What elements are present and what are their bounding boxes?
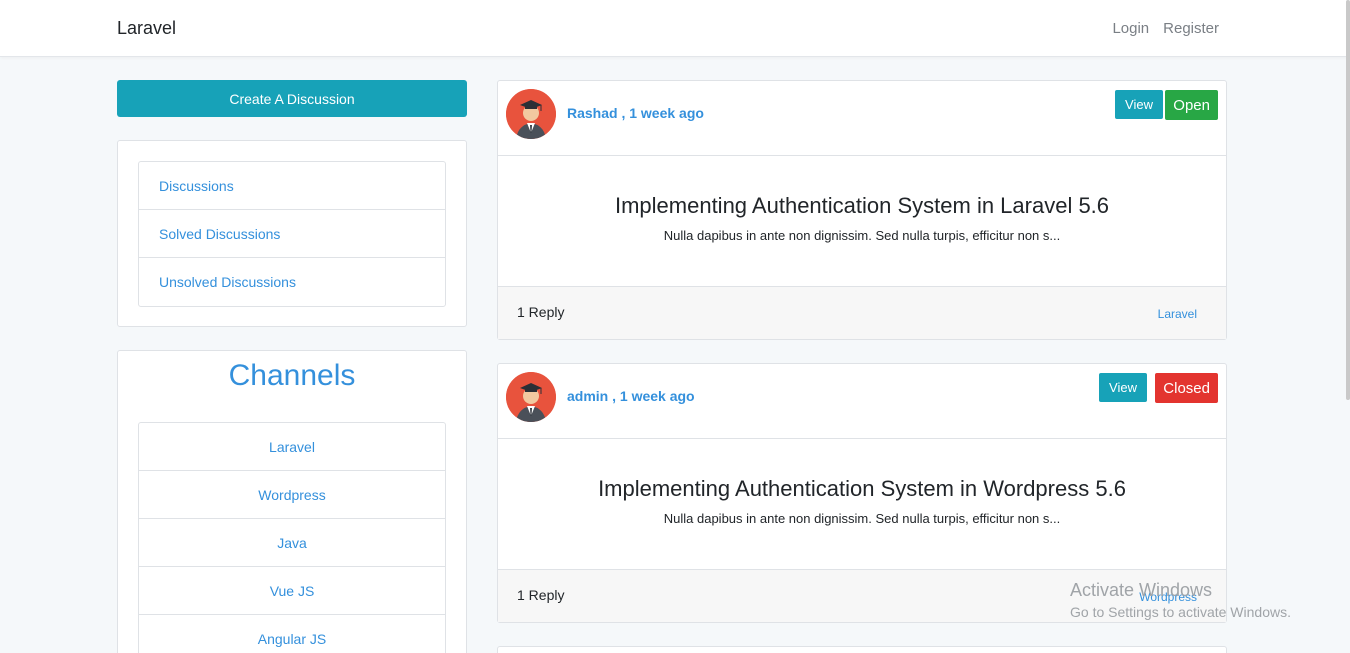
discussion-footer: 1 Reply Laravel [498, 286, 1226, 339]
status-badge[interactable]: Open [1165, 90, 1218, 120]
author-meta[interactable]: admin , 1 week ago [567, 388, 695, 404]
status-badge[interactable]: Closed [1155, 373, 1218, 403]
brand-link[interactable]: Laravel [117, 18, 176, 39]
top-navbar: Laravel Login Register [0, 0, 1350, 57]
discussion-filter-list: Discussions Solved Discussions Unsolved … [138, 161, 446, 307]
reply-count: 1 Reply [517, 304, 565, 320]
watermark-subtitle: Go to Settings to activate Windows. [1070, 604, 1291, 620]
create-discussion-button[interactable]: Create A Discussion [117, 80, 467, 117]
discussion-card [497, 646, 1227, 653]
discussion-title: Implementing Authentication System in Wo… [598, 476, 1126, 501]
avatar [506, 372, 556, 422]
discussion-body: Implementing Authentication System in La… [498, 156, 1226, 286]
channels-card: Channels Laravel Wordpress Java Vue JS A… [117, 350, 467, 653]
discussion-card: Rashad , 1 week ago View Open Implementi… [497, 80, 1227, 340]
view-button[interactable]: View [1115, 90, 1163, 119]
discussion-filter-card: Discussions Solved Discussions Unsolved … [117, 140, 467, 327]
view-button[interactable]: View [1099, 373, 1147, 402]
page-scrollbar[interactable] [1346, 0, 1350, 400]
discussion-excerpt: Nulla dapibus in ante non dignissim. Sed… [663, 511, 1061, 526]
watermark-title: Activate Windows [1070, 580, 1213, 600]
windows-activation-watermark: Activate Windows Go to Settings to activ… [1070, 580, 1291, 620]
discussion-header: Rashad , 1 week ago View Open [498, 81, 1226, 156]
nav-item-unsolved[interactable]: Unsolved Discussions [139, 258, 445, 306]
nav-item-solved[interactable]: Solved Discussions [139, 210, 445, 258]
login-link[interactable]: Login [1112, 20, 1149, 37]
channel-item-vuejs[interactable]: Vue JS [139, 567, 445, 615]
author-meta[interactable]: Rashad , 1 week ago [567, 105, 704, 121]
nav-item-discussions[interactable]: Discussions [139, 162, 445, 210]
discussion-title: Implementing Authentication System in La… [614, 193, 1110, 218]
channel-item-wordpress[interactable]: Wordpress [139, 471, 445, 519]
channel-link[interactable]: Laravel [1158, 307, 1197, 321]
avatar [506, 89, 556, 139]
channel-list: Laravel Wordpress Java Vue JS Angular JS [138, 422, 446, 653]
channel-item-angularjs[interactable]: Angular JS [139, 615, 445, 653]
discussion-body: Implementing Authentication System in Wo… [498, 439, 1226, 569]
channels-heading: Channels [228, 359, 356, 392]
register-link[interactable]: Register [1163, 20, 1219, 37]
auth-links: Login Register [1112, 20, 1219, 37]
channel-item-java[interactable]: Java [139, 519, 445, 567]
discussion-excerpt: Nulla dapibus in ante non dignissim. Sed… [663, 228, 1061, 243]
channel-item-laravel[interactable]: Laravel [139, 423, 445, 471]
reply-count: 1 Reply [517, 587, 565, 603]
discussion-header: admin , 1 week ago View Closed [498, 364, 1226, 439]
